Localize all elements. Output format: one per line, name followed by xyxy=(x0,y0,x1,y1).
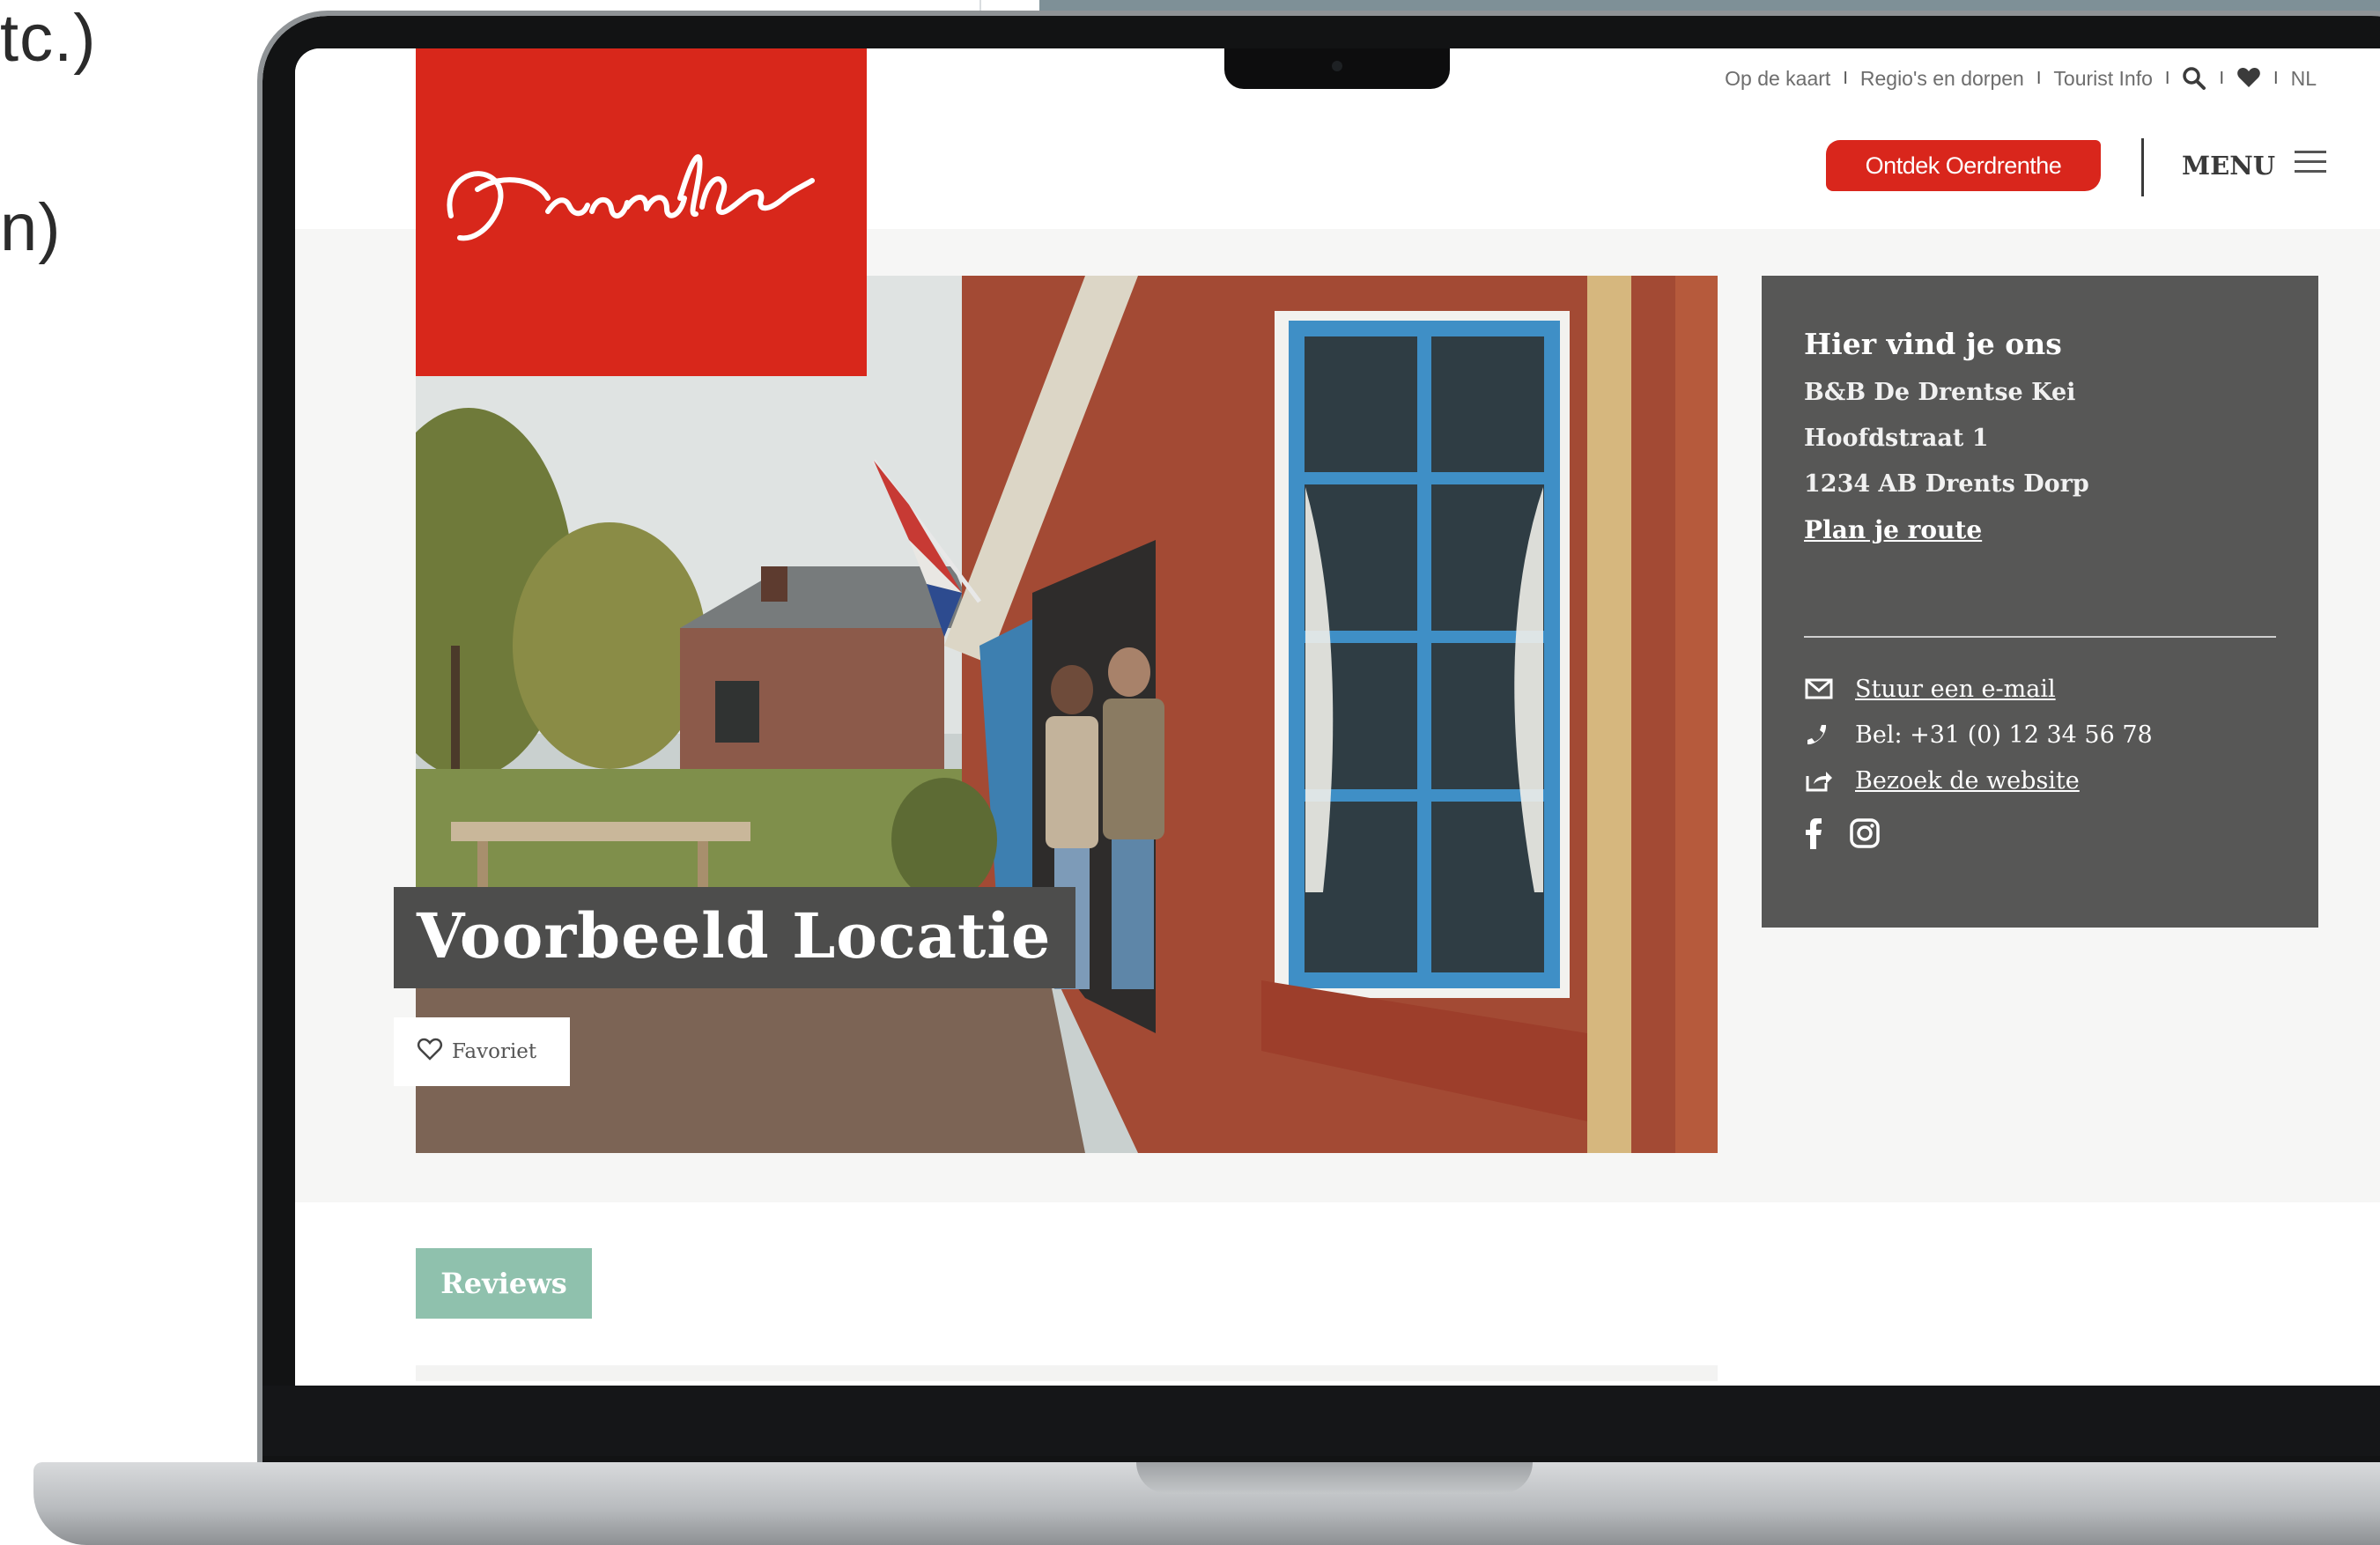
drenthe-logo[interactable] xyxy=(416,48,867,376)
heart-icon[interactable] xyxy=(2236,66,2261,91)
business-name: B&B De Drentse Kei xyxy=(1804,379,2076,406)
menu-button[interactable]: MENU xyxy=(2182,149,2327,181)
info-divider xyxy=(1804,636,2276,638)
page-title: Voorbeeld Locatie xyxy=(394,887,1076,988)
heart-outline-icon xyxy=(417,1037,443,1067)
instagram-icon[interactable] xyxy=(1850,818,1880,852)
phone-icon xyxy=(1804,721,1834,748)
top-link-map[interactable]: Op de kaart xyxy=(1725,67,1830,91)
menu-icon xyxy=(2295,149,2327,181)
city-address: 1234 AB Drents Dorp xyxy=(1804,470,2089,498)
email-row: Stuur een e-mail xyxy=(1804,666,2276,712)
header-divider xyxy=(2141,138,2144,196)
content-strip xyxy=(416,1365,1718,1381)
menu-label: MENU xyxy=(2182,150,2276,181)
phone-number[interactable]: Bel: +31 (0) 12 34 56 78 xyxy=(1855,721,2153,749)
top-link-separator: I xyxy=(2273,68,2279,88)
top-link-tourist-info[interactable]: Tourist Info xyxy=(2053,67,2153,91)
top-link-separator: I xyxy=(1843,68,1848,88)
favorite-button[interactable]: Favoriet xyxy=(394,1017,570,1086)
laptop-base-notch xyxy=(1136,1462,1533,1494)
location-info-panel: Hier vind je ons B&B De Drentse Kei Hoof… xyxy=(1762,276,2318,928)
phone-row: Bel: +31 (0) 12 34 56 78 xyxy=(1804,712,2276,758)
search-icon[interactable] xyxy=(2182,66,2206,91)
favorite-label: Favoriet xyxy=(452,1040,537,1063)
plan-route-link[interactable]: Plan je route xyxy=(1804,507,2276,553)
hero-scene xyxy=(416,276,1718,1153)
info-heading: Hier vind je ons xyxy=(1804,327,2062,361)
laptop-bottom-bezel xyxy=(262,1386,2380,1456)
background-text-middle: n) xyxy=(0,190,62,265)
external-link-icon xyxy=(1804,767,1834,794)
top-link-separator: I xyxy=(2219,68,2225,88)
email-link[interactable]: Stuur een e-mail xyxy=(1855,676,2056,703)
camera-notch xyxy=(1224,48,1450,89)
top-link-regions[interactable]: Regio's en dorpen xyxy=(1860,67,2024,91)
website-link[interactable]: Bezoek de website xyxy=(1855,767,2080,795)
mail-icon xyxy=(1804,676,1834,702)
laptop-screen: Op de kaart I Regio's en dorpen I Touris… xyxy=(295,48,2380,1386)
drenthe-script-logo xyxy=(447,154,815,241)
ontdek-oerdrenthe-button[interactable]: Ontdek Oerdrenthe xyxy=(1826,140,2101,191)
language-switch[interactable]: NL xyxy=(2291,67,2317,91)
top-link-separator: I xyxy=(2036,68,2042,88)
hero-image xyxy=(416,276,1718,1153)
top-link-separator: I xyxy=(2164,68,2170,88)
reviews-tab[interactable]: Reviews xyxy=(416,1248,592,1319)
background-text-top: tc.) xyxy=(0,1,97,76)
camera-icon xyxy=(1332,61,1342,71)
street-address: Hoofdstraat 1 xyxy=(1804,425,1989,452)
facebook-icon[interactable] xyxy=(1804,817,1823,853)
social-links xyxy=(1804,817,2276,853)
reviews-section xyxy=(295,1202,2380,1386)
top-links: Op de kaart I Regio's en dorpen I Touris… xyxy=(1725,66,2317,91)
website-row: Bezoek de website xyxy=(1804,758,2276,803)
